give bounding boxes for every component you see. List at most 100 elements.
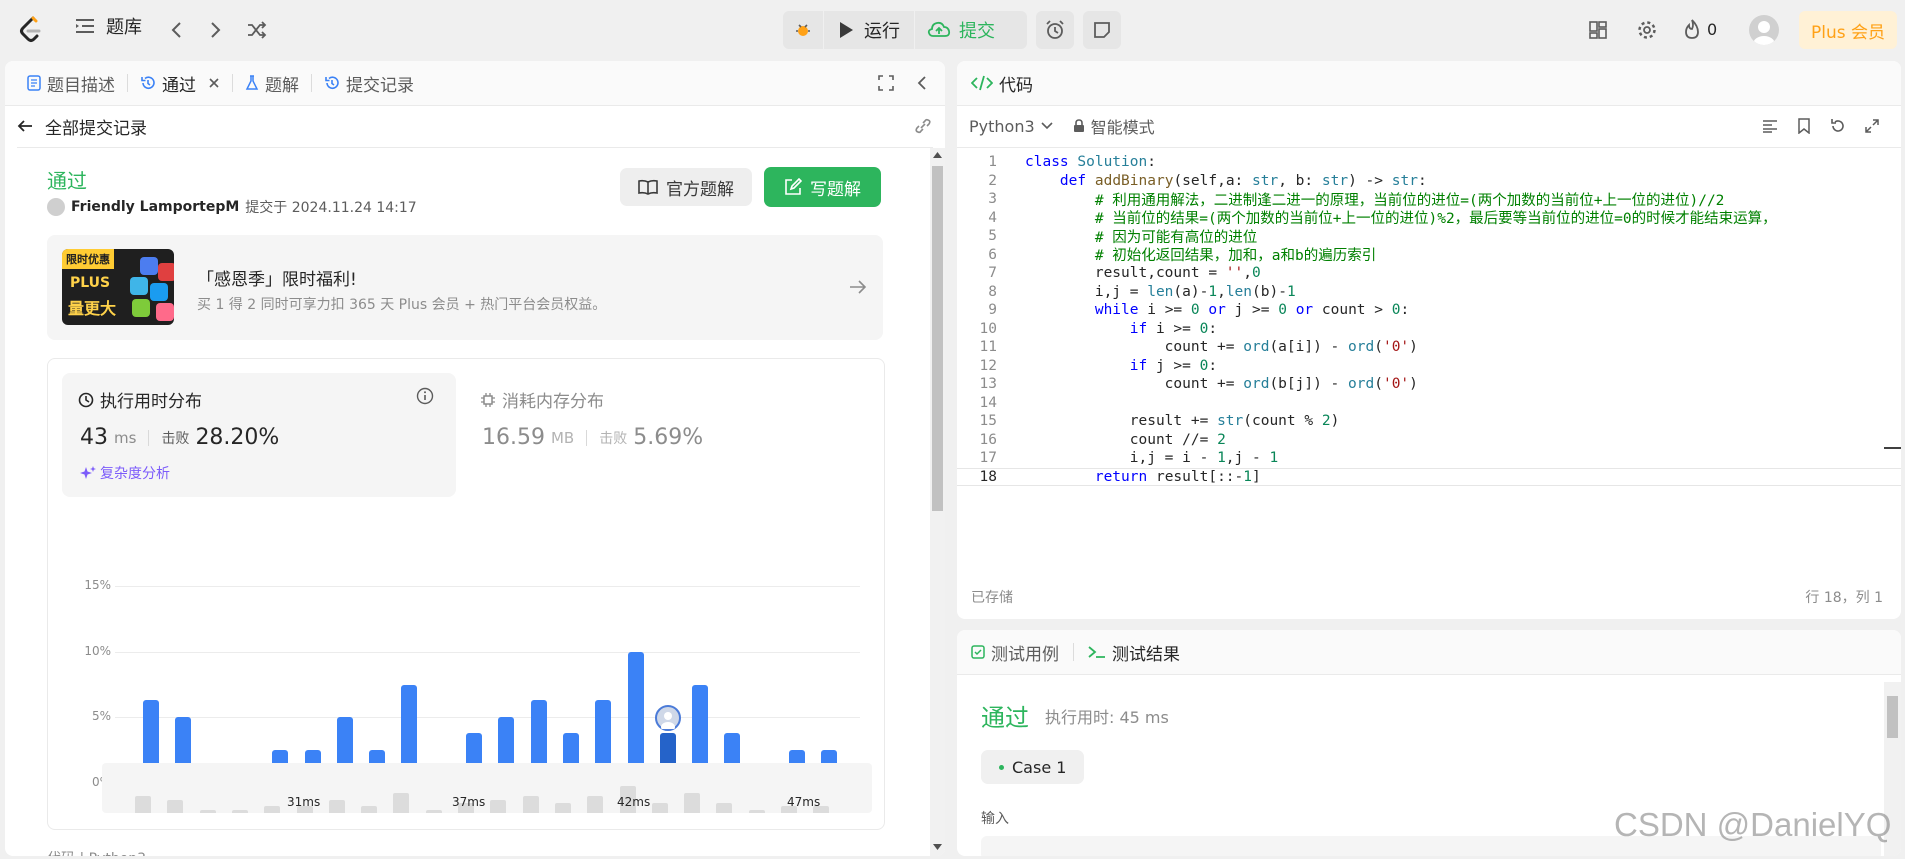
tab-accepted[interactable]: 通过 <box>130 61 230 105</box>
reset-code-button[interactable] <box>1821 109 1855 143</box>
arrow-left-icon[interactable] <box>17 119 33 133</box>
link-icon[interactable] <box>913 118 933 134</box>
align-left-icon <box>1763 120 1777 133</box>
code-line[interactable]: 7 result,count = '',0 <box>957 264 1901 283</box>
close-icon[interactable] <box>208 77 220 89</box>
bug-icon <box>796 24 810 36</box>
layout-button[interactable] <box>1581 13 1615 47</box>
shuffle-icon <box>248 21 267 39</box>
format-button[interactable] <box>1753 109 1787 143</box>
debug-button[interactable] <box>783 11 823 49</box>
timer-button[interactable] <box>1036 11 1074 49</box>
overview-bar <box>716 802 733 813</box>
code-line[interactable]: 13 count += ord(b[j]) - ord('0') <box>957 375 1901 394</box>
code-line[interactable]: 16 count //= 2 <box>957 431 1901 450</box>
code-line[interactable]: 10 if i >= 0: <box>957 320 1901 339</box>
notes-button[interactable] <box>1083 11 1121 49</box>
saved-status: 已存储 <box>971 590 1013 606</box>
next-problem-button[interactable] <box>199 13 233 47</box>
code-line[interactable]: 14 <box>957 394 1901 413</box>
scrollbar[interactable] <box>930 148 945 856</box>
code-icon <box>971 75 993 91</box>
scroll-down-icon[interactable] <box>933 844 942 850</box>
code-text: if j >= 0: <box>1129 357 1218 374</box>
code-line[interactable]: 4 # 当前位的结果=(两个加数的当前位+上一位的进位)%2，最后要等当前位的进… <box>957 209 1901 228</box>
collapse-panel-button[interactable] <box>905 66 939 100</box>
problem-bank-label: 题库 <box>106 17 142 38</box>
code-line[interactable]: 11 count += ord(a[i]) - ord('0') <box>957 338 1901 357</box>
top-bar: 题库 运行 提交 0 Plus 会员 <box>0 0 1905 60</box>
code-line[interactable]: 18 return result[::-1] <box>957 467 1901 486</box>
user-icon <box>660 712 675 733</box>
result-summary: 通过 执行用时: 45 ms <box>981 698 1169 733</box>
test-tab-bar: 测试用例 测试结果 <box>957 630 1901 675</box>
bookmark-button[interactable] <box>1787 109 1821 143</box>
left-panel: 题目描述 通过 题解 提交记录 全部提交记录 通过 Friendly Lampo… <box>5 61 945 856</box>
code-text: count //= 2 <box>1025 431 1226 448</box>
tab-description[interactable]: 题目描述 <box>17 61 125 105</box>
line-number: 12 <box>979 357 997 374</box>
code-line[interactable]: 1 class Solution: <box>957 153 1901 172</box>
line-number: 6 <box>988 246 997 263</box>
code-text: i,j = len(a)-1,len(b)-1 <box>1025 283 1296 300</box>
code-line[interactable]: 3 # 利用通用解法，二进制逢二进一的原理，当前位的进位=(两个加数的当前位+上… <box>957 190 1901 209</box>
code-line[interactable]: 9 while i >= 0 or j >= 0 or count > 0: <box>957 301 1901 320</box>
code-line[interactable]: 6 # 初始化返回结果，加和，a和b的遍历索引 <box>957 246 1901 265</box>
lock-icon <box>1073 119 1084 132</box>
run-button[interactable]: 运行 <box>824 11 914 49</box>
problem-bank-button[interactable]: 题库 <box>74 13 142 39</box>
chart-gridline <box>115 586 860 587</box>
submission-header: 全部提交记录 <box>17 105 933 148</box>
scroll-up-icon[interactable] <box>933 152 942 158</box>
expand-editor-button[interactable] <box>1855 109 1889 143</box>
settings-button[interactable] <box>1630 13 1664 47</box>
code-tab-label[interactable]: 代码 <box>999 71 1033 96</box>
watermark: CSDN @DanielYQ <box>1614 806 1892 843</box>
chevron-left-icon <box>917 76 926 90</box>
code-line[interactable]: 8 i,j = len(a)-1,len(b)-1 <box>957 283 1901 302</box>
code-text: return result[::-1] <box>1094 468 1261 485</box>
language-label: Python3 <box>969 116 1035 136</box>
fullscreen-button[interactable] <box>869 66 903 100</box>
tab-test-cases[interactable]: 测试用例 <box>971 630 1069 674</box>
random-problem-button[interactable] <box>240 13 274 47</box>
prev-problem-button[interactable] <box>159 13 193 47</box>
undo-icon <box>1831 119 1844 132</box>
y-tick-label: 5% <box>91 709 111 724</box>
overview-bar <box>748 809 765 813</box>
checkbox-icon <box>971 645 985 659</box>
expand-icon <box>878 75 894 91</box>
chart-overview-slider[interactable]: 31ms 37ms 42ms 47ms <box>102 763 872 813</box>
tab-solutions[interactable]: 题解 <box>235 61 309 105</box>
code-line[interactable]: 17 i,j = i - 1,j - 1 <box>957 449 1901 468</box>
streak-counter[interactable]: 0 <box>1683 18 1717 40</box>
note-icon <box>1094 22 1110 38</box>
smart-mode-toggle[interactable]: 智能模式 <box>1073 114 1155 138</box>
plus-membership-button[interactable]: Plus 会员 <box>1799 11 1898 49</box>
submit-button[interactable]: 提交 <box>915 11 1007 49</box>
avatar[interactable] <box>1749 15 1779 45</box>
code-line[interactable]: 2 def addBinary(self,a: str, b: str) -> … <box>957 172 1901 191</box>
chart-gridline <box>115 717 860 719</box>
list-icon <box>76 19 94 33</box>
tab-submissions[interactable]: 提交记录 <box>314 61 424 105</box>
code-line[interactable]: 12 if j >= 0: <box>957 357 1901 376</box>
smart-mode-label: 智能模式 <box>1090 118 1155 137</box>
tab-solutions-label: 题解 <box>265 75 299 96</box>
code-text: count += ord(b[j]) - ord('0') <box>1025 376 1418 393</box>
overview-bar <box>167 799 184 813</box>
code-line[interactable]: 5 # 因为可能有高位的进位 <box>957 227 1901 246</box>
code-editor[interactable]: 1 class Solution: 2 def addBinary(self,a: … <box>957 153 1901 563</box>
leetcode-logo-icon[interactable] <box>14 13 48 47</box>
language-select[interactable]: Python3 <box>969 117 1053 136</box>
tab-test-result[interactable]: 测试结果 <box>1078 630 1190 674</box>
back-to-submissions-link[interactable]: 全部提交记录 <box>45 114 147 139</box>
flask-icon <box>245 75 259 90</box>
my-submission-marker[interactable] <box>654 705 681 733</box>
flame-icon <box>1685 19 1699 39</box>
code-line[interactable]: 15 result += str(count % 2) <box>957 412 1901 431</box>
code-text: result += str(count % 2) <box>1025 413 1340 430</box>
case-1-tab[interactable]: Case 1 <box>981 750 1085 784</box>
overview-bar <box>199 809 216 813</box>
chevron-down-icon <box>1041 122 1053 130</box>
